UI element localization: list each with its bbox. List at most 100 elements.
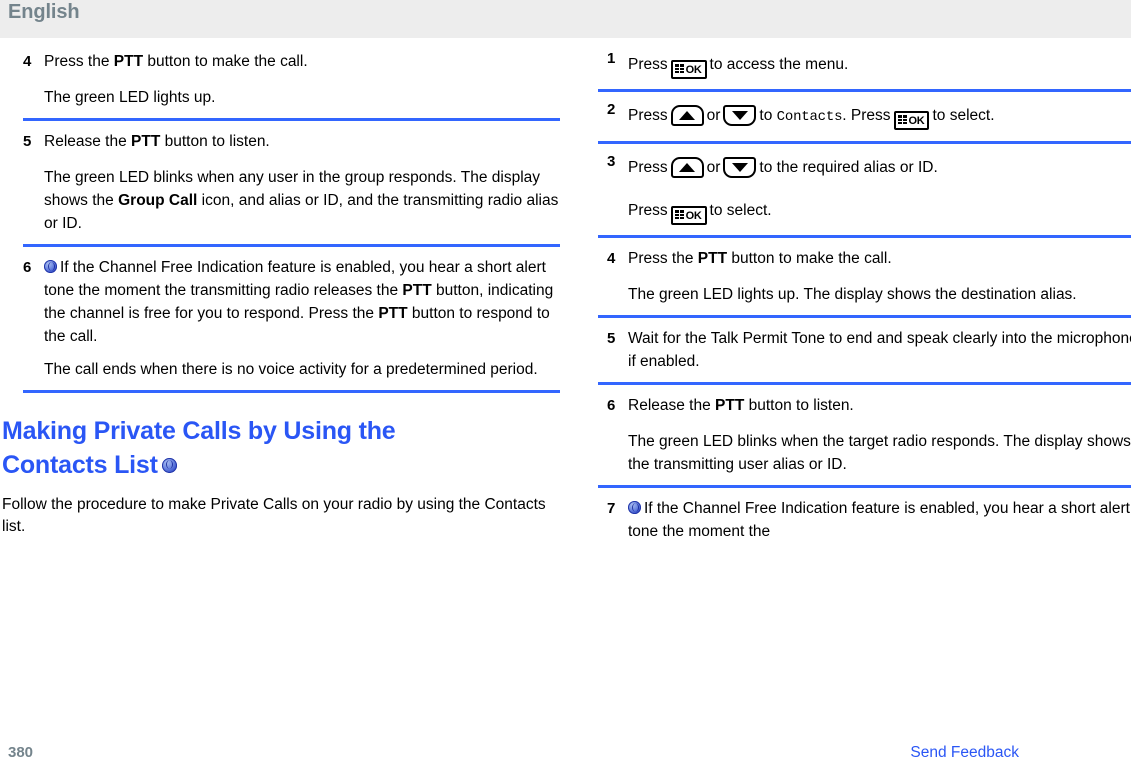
step-divider <box>598 89 1131 92</box>
step-text: If the Channel Free Indication feature i… <box>44 256 560 348</box>
step-item: 6 Release the PTT button to listen. The … <box>598 394 1131 476</box>
ok-key-icon: OK <box>670 60 707 79</box>
text-fragment: select. <box>949 107 995 124</box>
text-fragment: to access the menu. <box>709 56 849 73</box>
step-divider <box>23 244 560 247</box>
text-fragment: Release the <box>628 397 716 414</box>
step-text: Release the PTT button to listen. <box>628 394 1131 417</box>
step-content: Press the PTT button to make the call. T… <box>44 50 560 109</box>
up-arrow-key-icon <box>670 105 704 126</box>
step-divider <box>598 235 1131 238</box>
ok-key-icon: OK <box>670 206 707 225</box>
step-divider <box>598 315 1131 318</box>
step-item: 5 Wait for the Talk Permit Tone to end a… <box>598 327 1131 373</box>
text-fragment: Press <box>850 107 891 124</box>
step-subtext: Press OK to select. <box>628 196 1131 226</box>
text-fragment: or <box>706 107 721 124</box>
section-heading-line1: Making Private Calls by Using the <box>2 417 396 445</box>
send-feedback-link[interactable]: Send Feedback <box>910 744 1019 762</box>
section-heading-line2: Contacts List <box>2 451 158 479</box>
text-bold: PTT <box>378 305 408 322</box>
step-divider <box>23 118 560 121</box>
step-content: Wait for the Talk Permit Tone to end and… <box>628 327 1131 373</box>
step-number: 3 <box>607 153 616 170</box>
step-divider <box>598 485 1131 488</box>
step-subtext: The call ends when there is no voice act… <box>44 361 538 378</box>
text-bold: PTT <box>131 133 161 150</box>
step-number: 4 <box>607 250 616 267</box>
step-subtext: The green LED lights up. <box>44 89 216 106</box>
text-fragment: button to listen. <box>744 397 854 414</box>
page-header-language: English <box>8 1 80 23</box>
text-fragment: If the Channel Free Indication feature i… <box>628 500 1130 540</box>
ok-key-label: OK <box>908 115 925 127</box>
step-divider <box>598 141 1131 144</box>
step-subtext: The green LED blinks when any user in th… <box>44 166 560 235</box>
step-text: Press the PTT button to make the call. <box>628 247 1131 270</box>
menu-grid-glyph <box>674 64 684 73</box>
text-fragment: Press the <box>628 250 698 267</box>
step-item: 5 Release the PTT button to listen. The … <box>14 130 560 235</box>
text-bold: PTT <box>113 53 144 70</box>
step-number: 4 <box>23 53 32 70</box>
up-arrow-key-icon <box>670 157 704 178</box>
text-fragment: Press <box>628 107 668 124</box>
globe-icon <box>161 458 177 473</box>
step-text: Press OK to access the menu. <box>628 50 1131 80</box>
step-text: Wait for the Talk Permit Tone to end and… <box>628 330 1131 370</box>
ok-key-icon: OK <box>893 111 930 130</box>
text-bold: PTT <box>402 282 432 299</box>
document-page: English 4 Press the PTT button to make t… <box>0 0 1131 762</box>
step-item: 1 Press OK to access the menu. <box>598 50 1131 80</box>
page-header-band <box>0 0 1131 38</box>
step-subtext: The green LED blinks when the target rad… <box>628 433 1131 473</box>
text-bold: Group Call <box>118 192 198 209</box>
step-number: 2 <box>607 101 616 118</box>
step-content: Release the PTT button to listen. The gr… <box>44 130 560 235</box>
step-subtext: The green LED lights up. The display sho… <box>628 286 1077 303</box>
step-text: Press the PTT button to make the call. <box>44 50 560 73</box>
text-bold: PTT <box>697 250 728 267</box>
step-item: 2 Press or to Contacts. Press OK to select. <box>598 101 1131 132</box>
text-fragment: to the required alias or ID. <box>759 159 938 176</box>
footer-page-number: 380 <box>8 744 34 761</box>
step-content: If the Channel Free Indication feature i… <box>628 497 1131 543</box>
step-content: Release the PTT button to listen. The gr… <box>628 394 1131 476</box>
text-fragment: to <box>932 107 946 124</box>
right-column: 1 Press OK to access the menu. 2 Press or to… <box>598 50 1131 543</box>
text-fragment: button to make the call. <box>727 250 892 267</box>
menu-grid-glyph <box>897 115 907 124</box>
step-content: Press or to Contacts. Press OK to select. <box>628 101 1131 132</box>
step-item: 6 If the Channel Free Indication feature… <box>14 256 560 381</box>
section-body-text: Follow the procedure to make Private Cal… <box>2 496 546 535</box>
step-number: 5 <box>607 330 616 347</box>
step-item: 7 If the Channel Free Indication feature… <box>598 497 1131 543</box>
step-divider <box>23 390 560 393</box>
step-content: Press OK to access the menu. <box>628 50 1131 80</box>
step-text: Press or to Contacts. Press OK to select. <box>628 101 1131 132</box>
step-content: Press or to the required alias or ID. Pres… <box>628 153 1131 226</box>
step-number: 6 <box>23 259 32 276</box>
ok-key-label: OK <box>685 210 702 222</box>
text-fragment: to <box>759 107 773 124</box>
text-fragment: Press <box>628 56 668 73</box>
step-content: If the Channel Free Indication feature i… <box>44 256 560 381</box>
text-fragment: button to listen. <box>160 133 270 150</box>
text-fragment: Release the <box>44 133 132 150</box>
down-arrow-key-icon <box>723 105 757 126</box>
step-text: Press or to the required alias or ID. <box>628 153 1131 183</box>
menu-target-label: Contacts <box>776 109 843 125</box>
step-item: 4 Press the PTT button to make the call.… <box>14 50 560 109</box>
step-item: 3 Press or to the required alias or ID. Pr… <box>598 153 1131 226</box>
left-column: 4 Press the PTT button to make the call.… <box>2 50 560 538</box>
step-text: If the Channel Free Indication feature i… <box>628 497 1131 543</box>
globe-icon <box>628 501 641 514</box>
step-divider <box>598 382 1131 385</box>
step-number: 1 <box>607 50 616 67</box>
text-bold: PTT <box>715 397 745 414</box>
ok-key-label: OK <box>685 64 702 76</box>
text-fragment: to select. <box>709 202 772 219</box>
step-number: 7 <box>607 500 616 517</box>
step-number: 5 <box>23 133 32 150</box>
text-fragment: or <box>706 159 721 176</box>
